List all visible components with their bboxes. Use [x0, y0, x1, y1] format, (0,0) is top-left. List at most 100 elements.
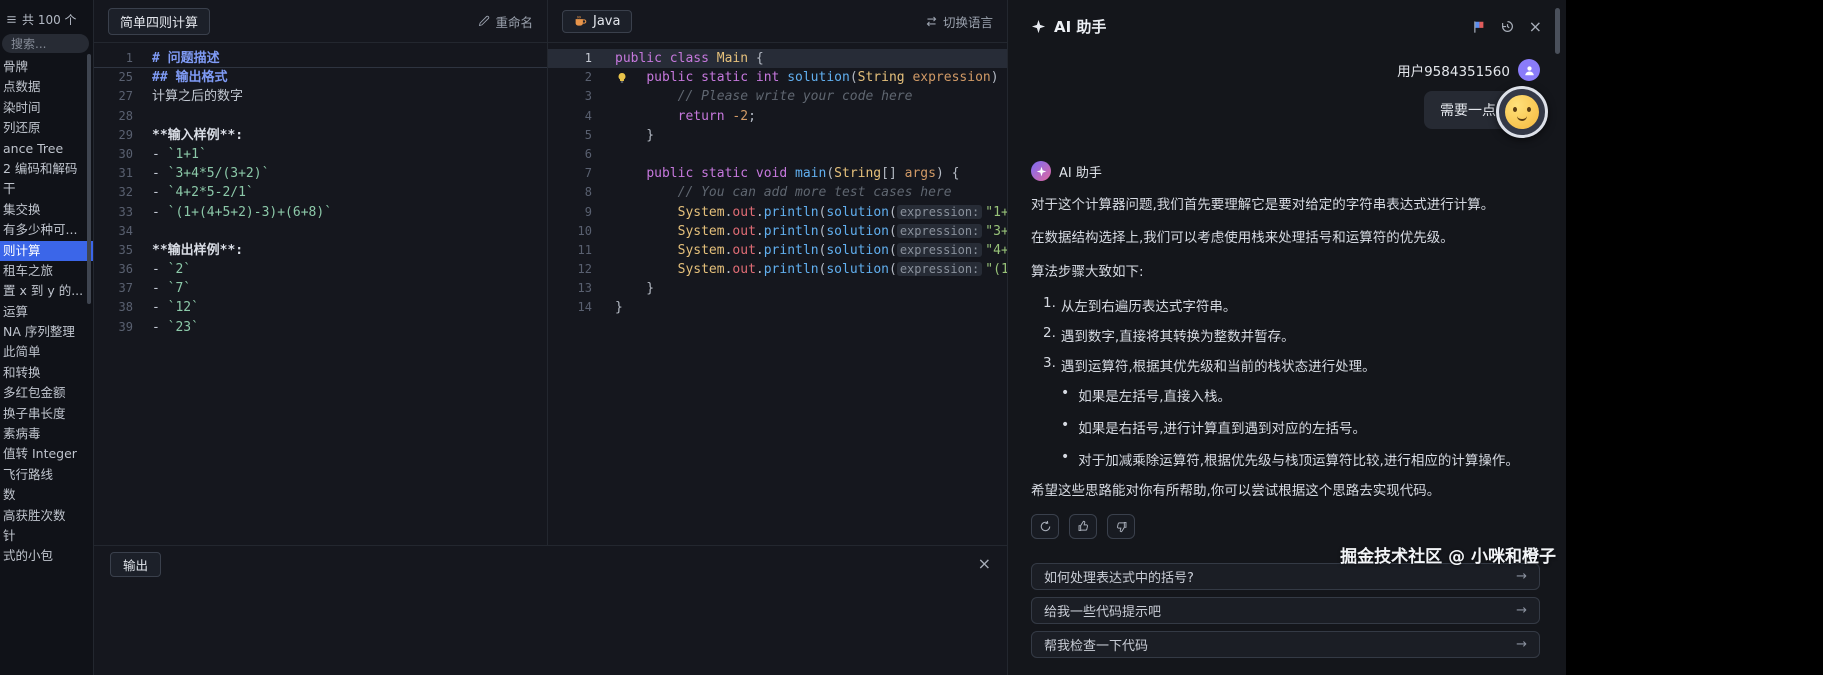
- sidebar-scrollbar[interactable]: [87, 54, 91, 304]
- output-header: 输出 ×: [94, 546, 1007, 582]
- line-number: 30: [94, 145, 133, 164]
- problem-list-item[interactable]: 干: [0, 179, 93, 199]
- line-number: 38: [94, 298, 133, 317]
- ai-title-label: AI 助手: [1054, 16, 1106, 37]
- language-tab[interactable]: Java: [562, 10, 632, 33]
- problem-list-item[interactable]: 则计算: [0, 241, 93, 261]
- editor-line[interactable]: 13 }: [548, 279, 1007, 298]
- editor-line[interactable]: 34: [94, 222, 547, 241]
- output-close-icon[interactable]: ×: [978, 556, 991, 572]
- problem-list-item[interactable]: 运算: [0, 302, 93, 322]
- problem-list-item[interactable]: 值转 Integer: [0, 444, 93, 464]
- ai-body: 用户9584351560 需要一点思路 AI 助手 对于这个计算器问题,我们首先…: [1008, 59, 1566, 658]
- line-content: - `12`: [152, 298, 199, 317]
- suggestion-chip[interactable]: 给我一些代码提示吧→: [1031, 597, 1540, 624]
- suggestion-chip[interactable]: 如何处理表达式中的括号?→: [1031, 563, 1540, 590]
- editor-line[interactable]: 29**输入样例**:: [94, 126, 547, 145]
- line-content: }: [615, 126, 654, 145]
- editor-line[interactable]: 10 System.out.println(solution(expressio…: [548, 222, 1007, 241]
- editor-line[interactable]: 36- `2`: [94, 260, 547, 279]
- ai-assistant-name: AI 助手: [1059, 162, 1102, 181]
- problem-title-tab[interactable]: 简单四则计算: [108, 8, 210, 35]
- editor-line[interactable]: 28: [94, 107, 547, 126]
- problem-list-item[interactable]: 2 编码和解码: [0, 159, 93, 179]
- problem-list-item[interactable]: 置 x 到 y 的...: [0, 281, 93, 301]
- problem-list-item[interactable]: 换子串长度: [0, 404, 93, 424]
- editor-line[interactable]: 4 return -2;: [548, 107, 1007, 126]
- editor-line[interactable]: 8 // You can add more test cases here: [548, 183, 1007, 202]
- switch-language-label: 切换语言: [943, 12, 993, 31]
- flag-icon[interactable]: [1472, 20, 1486, 34]
- ai-list-item: •如果是右括号,进行计算直到遇到对应的左括号。: [1031, 417, 1540, 437]
- editor-line[interactable]: 5 }: [548, 126, 1007, 145]
- problem-list-item[interactable]: 集交换: [0, 200, 93, 220]
- problem-list-item[interactable]: ance Tree: [0, 139, 93, 159]
- editor-line[interactable]: 1# 问题描述: [94, 49, 547, 68]
- thumbs-down-button[interactable]: [1107, 514, 1135, 539]
- problem-list-item[interactable]: 租车之旅: [0, 261, 93, 281]
- problem-list-item[interactable]: NA 序列整理: [0, 322, 93, 342]
- problem-list-item[interactable]: 此简单: [0, 342, 93, 362]
- switch-language-button[interactable]: 切换语言: [925, 12, 993, 31]
- problem-list-item[interactable]: 多红包金额: [0, 383, 93, 403]
- ai-assistant-panel: AI 助手 × 用户9584351560 需要一点思路: [1007, 0, 1566, 675]
- problem-list-item[interactable]: 高获胜次数: [0, 506, 93, 526]
- editor-line[interactable]: 39- `23`: [94, 318, 547, 337]
- editor-line[interactable]: 38 - `12`: [94, 298, 547, 317]
- ai-scrollbar[interactable]: [1555, 8, 1560, 54]
- rename-button[interactable]: 重命名: [478, 12, 533, 31]
- problem-list-item[interactable]: 和转换: [0, 363, 93, 383]
- rename-label: 重命名: [495, 12, 533, 31]
- editor-line[interactable]: 25## 输出格式: [94, 68, 547, 87]
- problem-list-item[interactable]: 列还原: [0, 118, 93, 138]
- line-number: 34: [94, 222, 133, 241]
- editor-line[interactable]: 1public class Main {: [548, 49, 1007, 68]
- editor-line[interactable]: 9 System.out.println(solution(expression…: [548, 203, 1007, 222]
- arrow-right-icon: →: [1516, 603, 1527, 618]
- user-avatar[interactable]: [1518, 59, 1540, 81]
- regenerate-button[interactable]: [1031, 514, 1059, 539]
- editor-line[interactable]: 6: [548, 145, 1007, 164]
- list-marker: 1.: [1043, 295, 1056, 315]
- problem-list-item[interactable]: 式的小包: [0, 546, 93, 566]
- editor-line[interactable]: 27计算之后的数字: [94, 87, 547, 106]
- thumbs-up-button[interactable]: [1069, 514, 1097, 539]
- editor-line[interactable]: 32- `4+2*5-2/1`: [94, 183, 547, 202]
- output-tab[interactable]: 输出: [110, 552, 161, 577]
- floating-emoji-avatar[interactable]: [1496, 86, 1548, 138]
- editor-line[interactable]: 7 public static void main(String[] args)…: [548, 164, 1007, 183]
- arrow-right-icon: →: [1516, 637, 1527, 652]
- editor-line[interactable]: 3 // Please write your code here: [548, 87, 1007, 106]
- problem-list-item[interactable]: 骨牌: [0, 57, 93, 77]
- ai-paragraph: 对于这个计算器问题,我们首先要理解它是要对给定的字符串表达式进行计算。: [1031, 195, 1540, 215]
- line-content: 计算之后的数字: [152, 87, 243, 106]
- editor-line[interactable]: 31- `3+4*5/(3+2)`: [94, 164, 547, 183]
- suggestion-chip[interactable]: 帮我检查一下代码→: [1031, 631, 1540, 658]
- menu-icon[interactable]: [6, 14, 17, 25]
- problem-list-item[interactable]: 数: [0, 485, 93, 505]
- editor-line[interactable]: 14}: [548, 298, 1007, 317]
- history-icon[interactable]: [1500, 19, 1515, 34]
- problem-list-item[interactable]: 有多少种可...: [0, 220, 93, 240]
- ai-paragraph: 算法步骤大致如下:: [1031, 262, 1540, 282]
- problem-list-item[interactable]: 飞行路线: [0, 465, 93, 485]
- ai-close-icon[interactable]: ×: [1529, 19, 1542, 35]
- problem-count-label: 共 100 个: [22, 11, 77, 28]
- editor-line[interactable]: 33- `(1+(4+5+2)-3)+(6+8)`: [94, 203, 547, 222]
- lightbulb-icon[interactable]: [616, 71, 628, 87]
- editor-line[interactable]: 37- `7`: [94, 279, 547, 298]
- problem-list-item[interactable]: 点数据: [0, 77, 93, 97]
- editor-line[interactable]: 2 public static int solution(String expr…: [548, 68, 1007, 87]
- problem-list: 骨牌点数据染时间列还原ance Tree2 编码和解码干集交换有多少种可...则…: [0, 57, 93, 567]
- search-input[interactable]: 搜索...: [2, 34, 89, 53]
- problem-list-item[interactable]: 针: [0, 526, 93, 546]
- line-number: 7: [548, 164, 592, 183]
- problem-list-item[interactable]: 素病毒: [0, 424, 93, 444]
- ai-user-row: 用户9584351560: [1031, 59, 1540, 81]
- editor-line[interactable]: 12 System.out.println(solution(expressio…: [548, 260, 1007, 279]
- problem-list-item[interactable]: 染时间: [0, 98, 93, 118]
- editor-line[interactable]: 11 System.out.println(solution(expressio…: [548, 241, 1007, 260]
- editor-line[interactable]: 35**输出样例**:: [94, 241, 547, 260]
- editor-line[interactable]: 30- `1+1`: [94, 145, 547, 164]
- list-marker: •: [1061, 449, 1069, 469]
